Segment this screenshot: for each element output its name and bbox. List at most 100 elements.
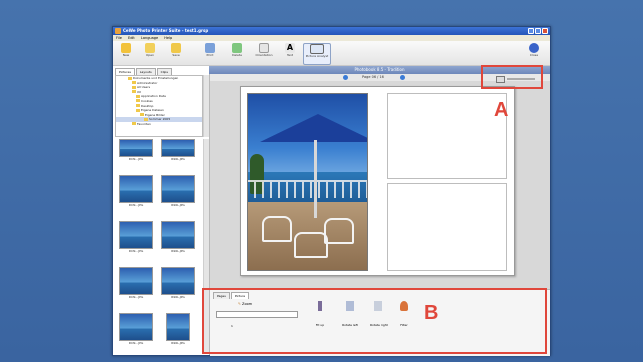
folder-icon (132, 85, 136, 89)
close-button[interactable]: Close (525, 43, 543, 63)
orientation-icon (259, 43, 269, 53)
tab-pictures[interactable]: Pictures (115, 68, 135, 75)
thumbnail[interactable]: DCN...JPG (119, 175, 153, 207)
thumbnail[interactable]: R96L.JPG (161, 139, 195, 163)
empty-photo-slot[interactable] (387, 183, 507, 271)
thumbnail-image (119, 267, 153, 295)
thumbnail-caption: DCN...JPG (128, 295, 144, 299)
callout-a-box (481, 65, 543, 89)
thumbnail[interactable]: R96L.JPG (161, 221, 195, 253)
folder-icon (132, 81, 136, 85)
folder-icon (144, 117, 148, 121)
minimize-button[interactable] (528, 28, 534, 34)
orientation-button[interactable]: Orientation (255, 43, 273, 63)
photo-railing (248, 180, 367, 198)
tree-item[interactable]: Favoriten (116, 122, 202, 127)
photo-chair (262, 216, 292, 242)
close-icon (529, 43, 539, 53)
desktop-background: CeWe Photo Printer Suite - test1.grsp Fi… (0, 0, 643, 362)
tree-item-label: All Users (137, 85, 151, 90)
previous-page-button[interactable] (343, 75, 348, 80)
folder-icon (136, 94, 140, 98)
orientation-label: Orientation (255, 53, 273, 57)
tree-item-label: Dokumente und Einstellungen (133, 76, 179, 80)
callout-b-box (202, 288, 547, 354)
picture-analyst-icon (310, 44, 324, 54)
folder-icon (132, 122, 136, 126)
open-icon (145, 43, 155, 53)
menu-language[interactable]: Language (141, 36, 158, 40)
toolbar: New Open Save Print Delete Orientation A… (113, 41, 550, 66)
thumbnail-grid: DCN...JPG R96L.JPG DCN...JPG R96L.JPG DC… (115, 137, 201, 353)
tree-item-label: XX (137, 89, 142, 94)
open-button[interactable]: Open (141, 43, 159, 63)
thumbnail-image (119, 313, 153, 341)
thumbnail-image (166, 313, 190, 341)
delete-label: Delete (232, 53, 242, 57)
tree-item-label: Desktop (141, 103, 154, 108)
menu-help[interactable]: Help (164, 36, 172, 40)
photo-chair (324, 218, 354, 244)
thumbnail-caption: R96L.JPG (171, 157, 185, 161)
placed-photo[interactable] (247, 93, 368, 271)
thumbnail-image (161, 221, 195, 249)
thumbnail-caption: DCN...JPG (128, 157, 144, 161)
text-icon: A (285, 43, 295, 53)
thumbnail[interactable]: R96L.JPG (161, 267, 195, 299)
new-label: New (122, 53, 130, 57)
callout-a-label: A (494, 99, 509, 121)
empty-photo-slot[interactable] (387, 93, 507, 179)
window-close-button[interactable] (542, 28, 548, 34)
thumbnail[interactable]: DCN...JPG (119, 139, 153, 163)
left-tabs: Pictures Layouts Clips (115, 68, 173, 75)
folder-icon (136, 108, 140, 112)
thumbnail-image (119, 221, 153, 249)
new-button[interactable]: New (117, 43, 135, 63)
thumbnail-image (119, 175, 153, 203)
folder-tree: Dokumente und Einstellungen Administrato… (115, 75, 203, 137)
folder-icon (132, 90, 136, 94)
next-page-button[interactable] (400, 75, 405, 80)
photo-umbrella-pole (314, 140, 317, 218)
tree-item-label: Application Data (141, 94, 166, 99)
thumbnail[interactable]: DCN...JPG (119, 221, 153, 253)
tab-clips[interactable]: Clips (156, 68, 172, 75)
thumbnail-image (119, 139, 153, 157)
left-panel: Pictures Layouts Clips Dokumente und Einst… (113, 66, 210, 355)
thumbnail[interactable]: R96L.JPG (161, 313, 195, 345)
thumbnail[interactable]: DCN...JPG (119, 267, 153, 299)
folder-icon (140, 113, 144, 117)
tree-item-label: Eigene Dateien (141, 108, 164, 113)
delete-icon (232, 43, 242, 53)
thumbnail-caption: DCN...JPG (128, 249, 144, 253)
thumbnail[interactable]: DCN...JPG (119, 313, 153, 345)
tab-layouts[interactable]: Layouts (135, 68, 156, 75)
folder-icon (136, 104, 140, 108)
print-button[interactable]: Print (201, 43, 219, 63)
picture-analyst-button[interactable]: Picture Analyst (303, 43, 331, 65)
print-icon (205, 43, 215, 53)
text-label: Text (286, 53, 294, 57)
tree-item-label: Favoriten (137, 121, 151, 126)
thumbnail-caption: DCN...JPG (128, 341, 144, 345)
thumbnail[interactable]: R96L.JPG (161, 175, 195, 207)
text-button[interactable]: A Text (281, 43, 299, 63)
picture-analyst-label: Picture Analyst (305, 54, 329, 58)
save-icon (171, 43, 181, 53)
window-title: CeWe Photo Printer Suite - test1.grsp (123, 28, 209, 33)
tree-scrollbar[interactable] (203, 75, 209, 137)
thumbnail-caption: R96L.JPG (171, 295, 185, 299)
page-indicator: Page 06 / 16 (362, 75, 384, 79)
menu-file[interactable]: File (116, 36, 122, 40)
save-button[interactable]: Save (167, 43, 185, 63)
tree-item-label: Sommer 2005 (149, 117, 171, 122)
maximize-button[interactable] (535, 28, 541, 34)
print-label: Print (206, 53, 214, 57)
menu-edit[interactable]: Edit (128, 36, 135, 40)
new-icon (121, 43, 131, 53)
delete-button[interactable]: Delete (228, 43, 246, 63)
photobook-page (240, 86, 515, 276)
thumbnail-caption: DCN...JPG (128, 203, 144, 207)
tree-item-label: Cookies (141, 98, 153, 103)
tree-item-label: Eigene Bilder (145, 112, 165, 117)
